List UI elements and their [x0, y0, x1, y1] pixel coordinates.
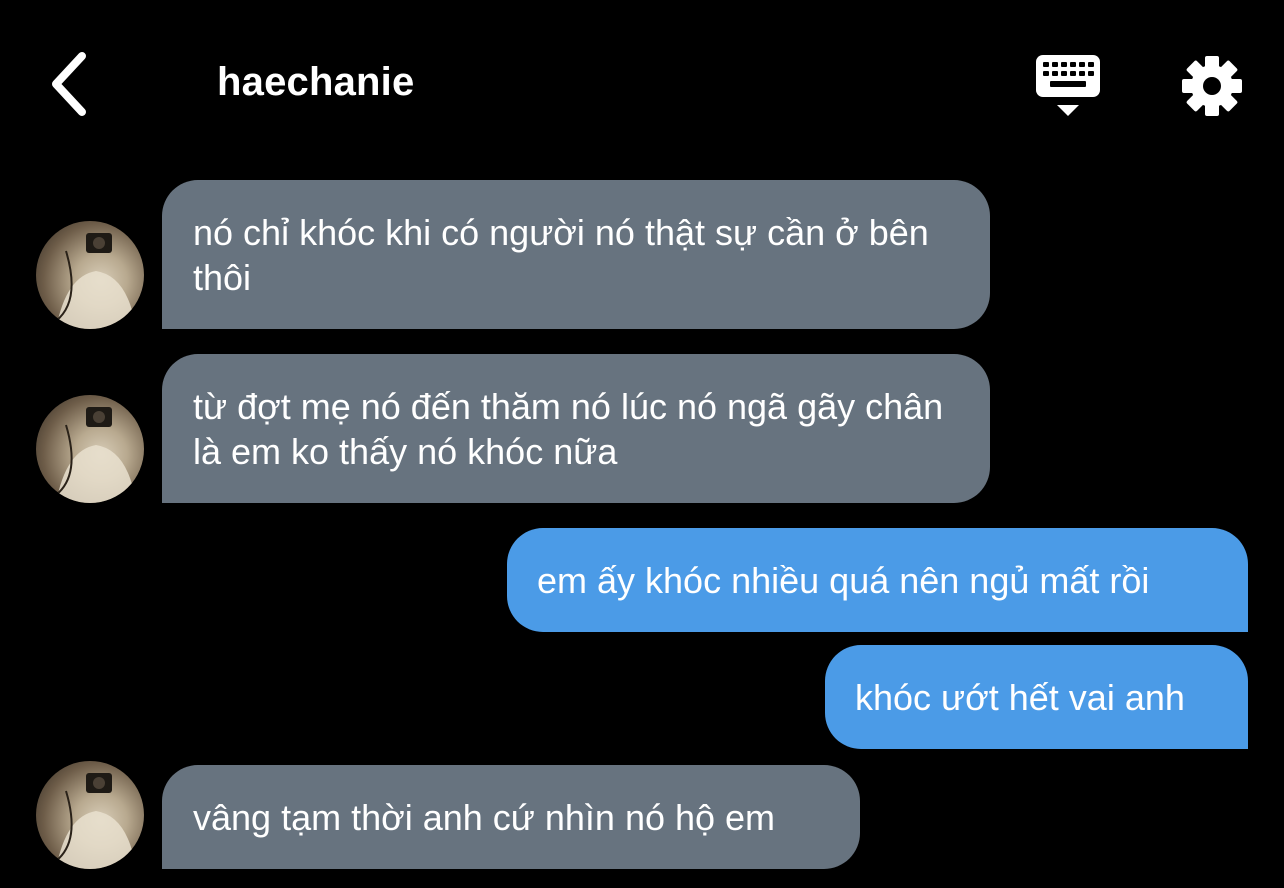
message-bubble-received[interactable]: vâng tạm thời anh cứ nhìn nó hộ em	[162, 765, 860, 869]
avatar-photo	[55, 407, 136, 503]
message-row: em ấy khóc nhiều quá nên ngủ mất rồi	[0, 528, 1284, 632]
message-row: nó chỉ khóc khi có người nó thật sự cần …	[0, 180, 1284, 330]
message-bubble-sent[interactable]: em ấy khóc nhiều quá nên ngủ mất rồi	[507, 528, 1248, 632]
avatar-photo	[55, 773, 136, 869]
chat-title[interactable]: haechanie	[217, 60, 414, 105]
keyboard-icon	[1036, 55, 1100, 116]
message-bubble-sent[interactable]: khóc ướt hết vai anh	[825, 645, 1248, 749]
message-bubble-received[interactable]: nó chỉ khóc khi có người nó thật sự cần …	[162, 180, 990, 329]
settings-button[interactable]	[1178, 52, 1246, 120]
chevron-left-icon	[52, 52, 86, 116]
contact-avatar[interactable]	[36, 395, 144, 503]
message-bubble-received[interactable]: từ đợt mẹ nó đến thăm nó lúc nó ngã gãy …	[162, 354, 990, 503]
gear-icon	[1182, 56, 1242, 116]
contact-avatar[interactable]	[36, 761, 144, 869]
keyboard-button[interactable]	[1030, 50, 1106, 122]
avatar-photo	[55, 233, 136, 329]
message-row: từ đợt mẹ nó đến thăm nó lúc nó ngã gãy …	[0, 354, 1284, 504]
chat-header: haechanie	[0, 0, 1284, 170]
message-row: vâng tạm thời anh cứ nhìn nó hộ em	[0, 761, 1284, 869]
contact-avatar[interactable]	[36, 221, 144, 329]
back-button[interactable]	[38, 48, 98, 120]
message-row: khóc ướt hết vai anh	[0, 645, 1284, 749]
